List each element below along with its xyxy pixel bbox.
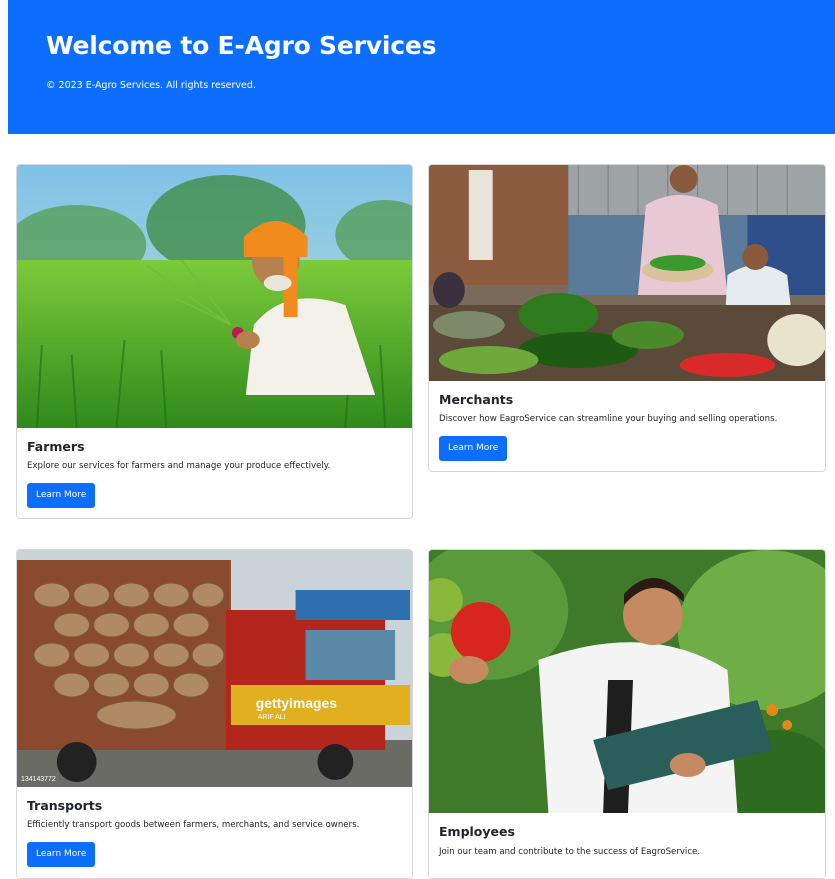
card-title: Transports <box>27 798 103 813</box>
card-title: Merchants <box>439 392 514 407</box>
card-title: Farmers <box>27 439 85 454</box>
vegetable-market-photo <box>429 165 825 381</box>
learn-more-button-transports[interactable]: Learn More <box>27 842 96 867</box>
farmer-in-field-photo <box>17 165 412 428</box>
card-employees: Employees Join our team and contribute t… <box>428 549 826 879</box>
greenhouse-worker-photo <box>429 550 825 813</box>
card-text: Explore our services for farmers and man… <box>27 461 331 471</box>
card-text: Join our team and contribute to the succ… <box>439 847 701 857</box>
watermark-text: gettyimages <box>256 695 337 711</box>
card-text: Efficiently transport goods between farm… <box>27 820 360 830</box>
page-title: Welcome to E-Agro Services <box>46 31 437 60</box>
photo-credit-text: ARIF ALI <box>258 714 286 721</box>
loaded-trucks-photo: gettyimages ARIF ALI 134143772 <box>17 550 412 787</box>
photo-id-text: 134143772 <box>21 776 56 783</box>
card-farmers: Farmers Explore our services for farmers… <box>16 164 413 519</box>
card-text: Discover how EagroService can streamline… <box>439 414 778 424</box>
hero-banner: Welcome to E-Agro Services © 2023 E-Agro… <box>8 0 835 134</box>
learn-more-button-merchants[interactable]: Learn More <box>439 436 508 461</box>
learn-more-button-farmers[interactable]: Learn More <box>27 483 96 508</box>
card-merchants: Merchants Discover how EagroService can … <box>428 164 826 472</box>
card-title: Employees <box>439 824 515 839</box>
copyright-text: © 2023 E-Agro Services. All rights reser… <box>46 80 256 91</box>
card-transports: gettyimages ARIF ALI 134143772 Transport… <box>16 549 413 879</box>
